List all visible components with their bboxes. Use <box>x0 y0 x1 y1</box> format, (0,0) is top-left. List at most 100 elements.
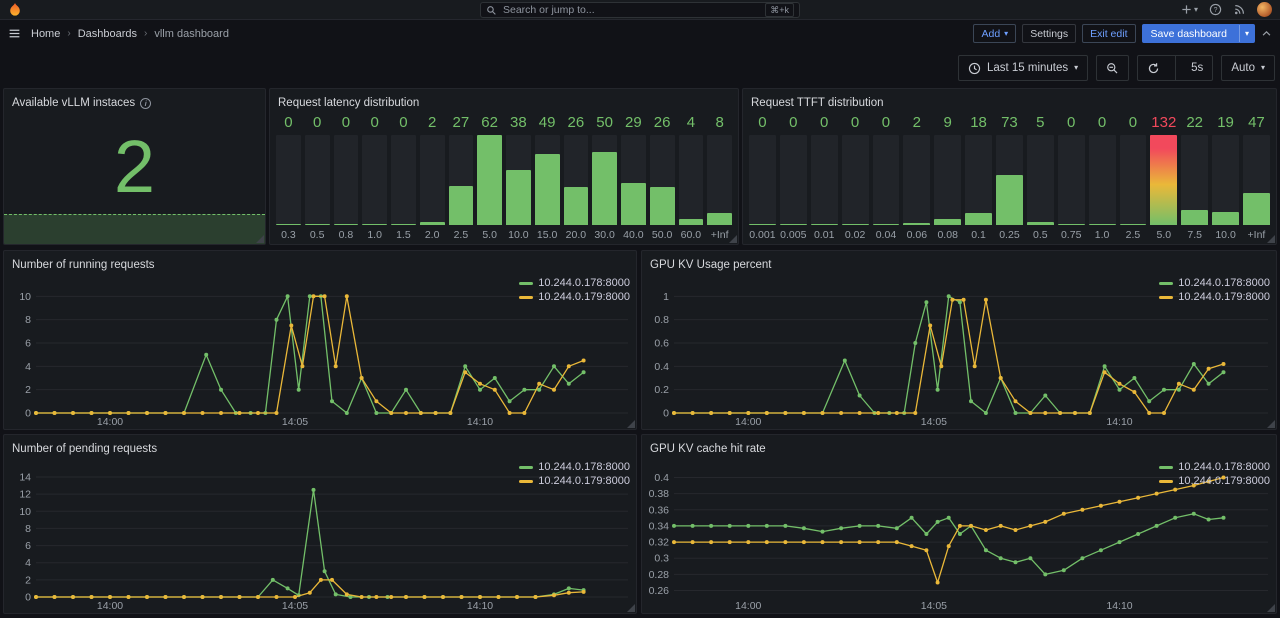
bar-track <box>811 135 838 225</box>
bar-gauge-column: 1325.0 <box>1150 113 1177 242</box>
panel-available-vllm-instances: Available vLLM instaces i 2 <box>3 88 266 245</box>
bar-bucket-label: 0.25 <box>996 225 1023 242</box>
legend-item[interactable]: 10.244.0.179:8000 <box>519 291 630 303</box>
add-panel-button[interactable]: Add ▾ <box>973 24 1016 43</box>
bar-value-label: 18 <box>965 113 992 135</box>
help-button[interactable]: ? <box>1209 3 1222 16</box>
bar-value-label: 26 <box>650 113 675 135</box>
legend-label: 10.244.0.179:8000 <box>538 291 630 303</box>
refresh-interval-picker[interactable]: 5s <box>1182 56 1212 80</box>
svg-text:12: 12 <box>19 489 31 501</box>
legend-item[interactable]: 10.244.0.179:8000 <box>519 475 630 487</box>
panel-header[interactable]: GPU KV Usage percent <box>642 251 1276 275</box>
bar-fill <box>477 135 502 225</box>
legend-item[interactable]: 10.244.0.178:8000 <box>519 277 630 289</box>
panel-header[interactable]: Number of running requests <box>4 251 636 275</box>
time-range-picker[interactable]: Last 15 minutes ▾ <box>958 55 1088 81</box>
info-icon[interactable]: i <box>140 98 151 109</box>
caret-down-icon: ▾ <box>1245 30 1249 38</box>
legend-item[interactable]: 10.244.0.179:8000 <box>1159 475 1270 487</box>
panel-resize-handle[interactable] <box>1267 235 1275 243</box>
bar-track <box>1027 135 1054 225</box>
news-button[interactable] <box>1233 3 1246 16</box>
bar-value-label: 0 <box>305 113 330 135</box>
legend-item[interactable]: 10.244.0.178:8000 <box>1159 461 1270 473</box>
legend-swatch-icon <box>1159 466 1173 469</box>
bar-fill <box>449 186 474 225</box>
search-icon <box>486 5 497 16</box>
panel-header[interactable]: Request TTFT distribution <box>743 89 1276 113</box>
bar-gauge-column: 50.5 <box>1027 113 1054 242</box>
legend-label: 10.244.0.178:8000 <box>1178 277 1270 289</box>
bar-fill <box>749 224 776 225</box>
bar-gauge-column: 00.5 <box>305 113 330 242</box>
bar-gauge-column: 625.0 <box>477 113 502 242</box>
zoom-out-button[interactable] <box>1096 55 1129 81</box>
bar-track <box>842 135 869 225</box>
legend-item[interactable]: 10.244.0.178:8000 <box>1159 277 1270 289</box>
legend-swatch-icon <box>519 480 533 483</box>
bar-gauge-column: 730.25 <box>996 113 1023 242</box>
legend-item[interactable]: 10.244.0.179:8000 <box>1159 291 1270 303</box>
bar-fill <box>811 224 838 225</box>
bar-bucket-label: 20.0 <box>564 225 589 242</box>
breadcrumb: Home › Dashboards › vllm dashboard <box>31 28 229 40</box>
grafana-logo[interactable] <box>8 2 22 17</box>
bar-track <box>650 135 675 225</box>
settings-button[interactable]: Settings <box>1022 24 1076 43</box>
bar-fill <box>334 224 359 225</box>
refresh-interval-label: 5s <box>1191 62 1203 74</box>
divider <box>1175 56 1176 80</box>
bar-track <box>276 135 301 225</box>
bar-value-label: 2 <box>420 113 445 135</box>
breadcrumb-home[interactable]: Home <box>31 28 60 40</box>
panel-resize-handle[interactable] <box>1267 604 1275 612</box>
panel-resize-handle[interactable] <box>1267 420 1275 428</box>
time-controls: Last 15 minutes ▾ 5s Auto ▾ <box>958 55 1275 81</box>
user-avatar[interactable] <box>1257 2 1272 17</box>
panel-title: Request latency distribution <box>278 97 419 109</box>
panel-header[interactable]: GPU KV cache hit rate <box>642 435 1276 459</box>
legend-label: 10.244.0.179:8000 <box>1178 475 1270 487</box>
legend-swatch-icon <box>1159 296 1173 299</box>
panel-title: Number of running requests <box>12 259 155 271</box>
panel-pending-requests: Number of pending requests 10.244.0.178:… <box>3 434 637 614</box>
save-options-caret[interactable]: ▾ <box>1239 25 1254 42</box>
save-dashboard-button[interactable]: Save dashboard ▾ <box>1142 24 1256 43</box>
bar-bucket-label: 30.0 <box>592 225 617 242</box>
svg-text:0.4: 0.4 <box>654 361 669 373</box>
bar-track <box>449 135 474 225</box>
settings-label: Settings <box>1030 28 1068 40</box>
exit-edit-button[interactable]: Exit edit <box>1082 24 1135 43</box>
menu-toggle-button[interactable] <box>8 27 21 40</box>
svg-text:14: 14 <box>19 472 31 484</box>
bar-value-label: 2 <box>903 113 930 135</box>
stat-sparkline <box>4 214 265 244</box>
panel-header[interactable]: Request latency distribution <box>270 89 738 113</box>
panel-resize-handle[interactable] <box>256 235 264 243</box>
panel-resize-handle[interactable] <box>627 420 635 428</box>
panel-title: GPU KV Usage percent <box>650 259 771 271</box>
bar-fill <box>965 213 992 225</box>
bar-track <box>749 135 776 225</box>
refresh-button[interactable] <box>1138 56 1169 80</box>
top-nav-bar: Search or jump to... ⌘+k ▾ ? <box>0 0 1280 20</box>
collapse-toolbar-button[interactable] <box>1261 28 1272 39</box>
search-input[interactable]: Search or jump to... ⌘+k <box>480 2 800 18</box>
panel-header[interactable]: Available vLLM instaces i <box>4 89 265 113</box>
auto-refresh-picker[interactable]: Auto ▾ <box>1221 55 1275 81</box>
add-new-button[interactable]: ▾ <box>1181 4 1198 15</box>
panel-resize-handle[interactable] <box>729 235 737 243</box>
legend-item[interactable]: 10.244.0.178:8000 <box>519 461 630 473</box>
bar-gauge-column: 2620.0 <box>564 113 589 242</box>
bar-fill <box>873 224 900 225</box>
bar-track <box>477 135 502 225</box>
breadcrumb-dashboards[interactable]: Dashboards <box>78 28 137 40</box>
svg-text:0.34: 0.34 <box>649 520 670 532</box>
bar-track <box>506 135 531 225</box>
panel-resize-handle[interactable] <box>627 604 635 612</box>
exit-edit-label: Exit edit <box>1090 28 1127 40</box>
panel-header[interactable]: Number of pending requests <box>4 435 636 459</box>
bar-gauge-column: 01.5 <box>391 113 416 242</box>
grafana-logo-icon <box>8 2 22 17</box>
